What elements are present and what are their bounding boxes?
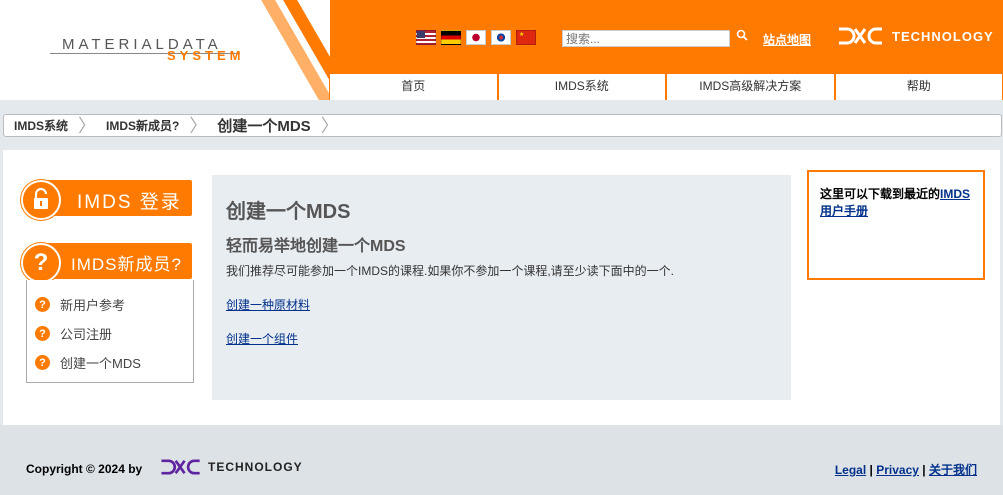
manual-download-text: 这里可以下载到最近的 [820, 187, 941, 201]
question-icon: ? [35, 297, 50, 312]
create-material-link[interactable]: 创建一种原材料 [226, 296, 310, 313]
dxc-brand-text: TECHNOLOGY [892, 28, 994, 44]
sidebar-item-new-user-ref[interactable]: ? 新用户参考 [35, 290, 193, 319]
login-label: IMDS 登录 [77, 192, 182, 213]
footer-brand-text: TECHNOLOGY [208, 460, 303, 474]
nav-item-home[interactable]: 首页 [329, 73, 498, 100]
chevron-right-icon: 〉 [78, 115, 97, 136]
new-member-list: ? 新用户参考 ? 公司注册 ? 创建一个MDS [26, 280, 194, 383]
nav-item-help[interactable]: 帮助 [834, 73, 1003, 100]
chevron-right-icon: 〉 [189, 115, 208, 136]
dxc-logo-icon [839, 27, 882, 45]
breadcrumb-item-new-member[interactable]: IMDS新成员? [96, 117, 189, 134]
footer-link-legal[interactable]: Legal [835, 463, 866, 477]
page-subtitle: 轻而易举地创建一个MDS [226, 238, 406, 255]
question-icon: ? [35, 355, 50, 370]
copyright-text: Copyright © 2024 by [26, 462, 143, 476]
sidebar-item-label: 公司注册 [60, 327, 113, 342]
sidebar-item-company-registration[interactable]: ? 公司注册 [35, 319, 193, 348]
breadcrumb-item-current: 创建一个MDS [217, 118, 311, 135]
create-component-link[interactable]: 创建一个组件 [226, 330, 298, 347]
jp-flag-icon[interactable] [466, 30, 486, 45]
imds-new-member-header: ? IMDS新成员? [21, 243, 192, 283]
language-flags: ★ [416, 30, 536, 45]
footer-separator: | [922, 463, 926, 477]
us-flag-icon[interactable] [416, 30, 436, 45]
main-panel: 创建一个MDS 轻而易举地创建一个MDS 我们推荐尽可能参加一个IMDS的课程.… [212, 175, 791, 400]
kr-flag-icon[interactable] [491, 30, 511, 45]
nav-item-imds-system[interactable]: IMDS系统 [497, 73, 666, 100]
question-icon: ? [21, 243, 61, 283]
search-icon[interactable] [736, 29, 748, 41]
question-icon: ? [35, 326, 50, 341]
search-input[interactable] [562, 30, 730, 47]
chevron-right-icon: 〉 [320, 115, 339, 136]
main-nav: 首页 IMDS系统 IMDS高级解决方案 帮助 [329, 73, 1003, 100]
new-member-label: IMDS新成员? [71, 255, 182, 274]
intro-text: 我们推荐尽可能参加一个IMDS的课程.如果你不参加一个课程,请至少读下面中的一个… [226, 264, 675, 278]
footer-link-privacy[interactable]: Privacy [876, 463, 919, 477]
sidebar-item-label: 新用户参考 [60, 298, 126, 313]
nav-item-advanced-solutions[interactable]: IMDS高级解决方案 [666, 73, 835, 100]
header: MATERIALDATA SYSTEM ★ 站点地图 TECHNOLOGY 首页… [0, 0, 1003, 100]
lock-icon [21, 180, 61, 220]
page-title: 创建一个MDS [226, 201, 351, 223]
logo-sub-text: SYSTEM [167, 48, 245, 63]
cn-flag-icon[interactable]: ★ [516, 30, 536, 45]
footer-separator: | [869, 463, 873, 477]
footer: Copyright © 2024 by TECHNOLOGY Legal | P… [0, 425, 1003, 495]
imds-login-button[interactable]: IMDS 登录 [21, 180, 192, 220]
dxc-logo-icon [161, 459, 200, 475]
sidebar-item-create-mds[interactable]: ? 创建一个MDS [35, 348, 193, 377]
de-flag-icon[interactable] [441, 30, 461, 45]
sidebar-item-label: 创建一个MDS [60, 356, 141, 371]
breadcrumb-item-imds-system[interactable]: IMDS系统 [4, 117, 78, 134]
sitemap-link[interactable]: 站点地图 [763, 31, 811, 48]
footer-dxc-logo: TECHNOLOGY [160, 459, 303, 475]
footer-links: Legal | Privacy | 关于我们 [835, 461, 977, 478]
footer-link-about[interactable]: 关于我们 [929, 463, 977, 477]
breadcrumb: IMDS系统 〉 IMDS新成员? 〉 创建一个MDS 〉 [3, 114, 1002, 137]
manual-download-box: 这里可以下载到最近的IMDS 用户手册 [807, 170, 985, 280]
dxc-logo: TECHNOLOGY [838, 27, 994, 45]
